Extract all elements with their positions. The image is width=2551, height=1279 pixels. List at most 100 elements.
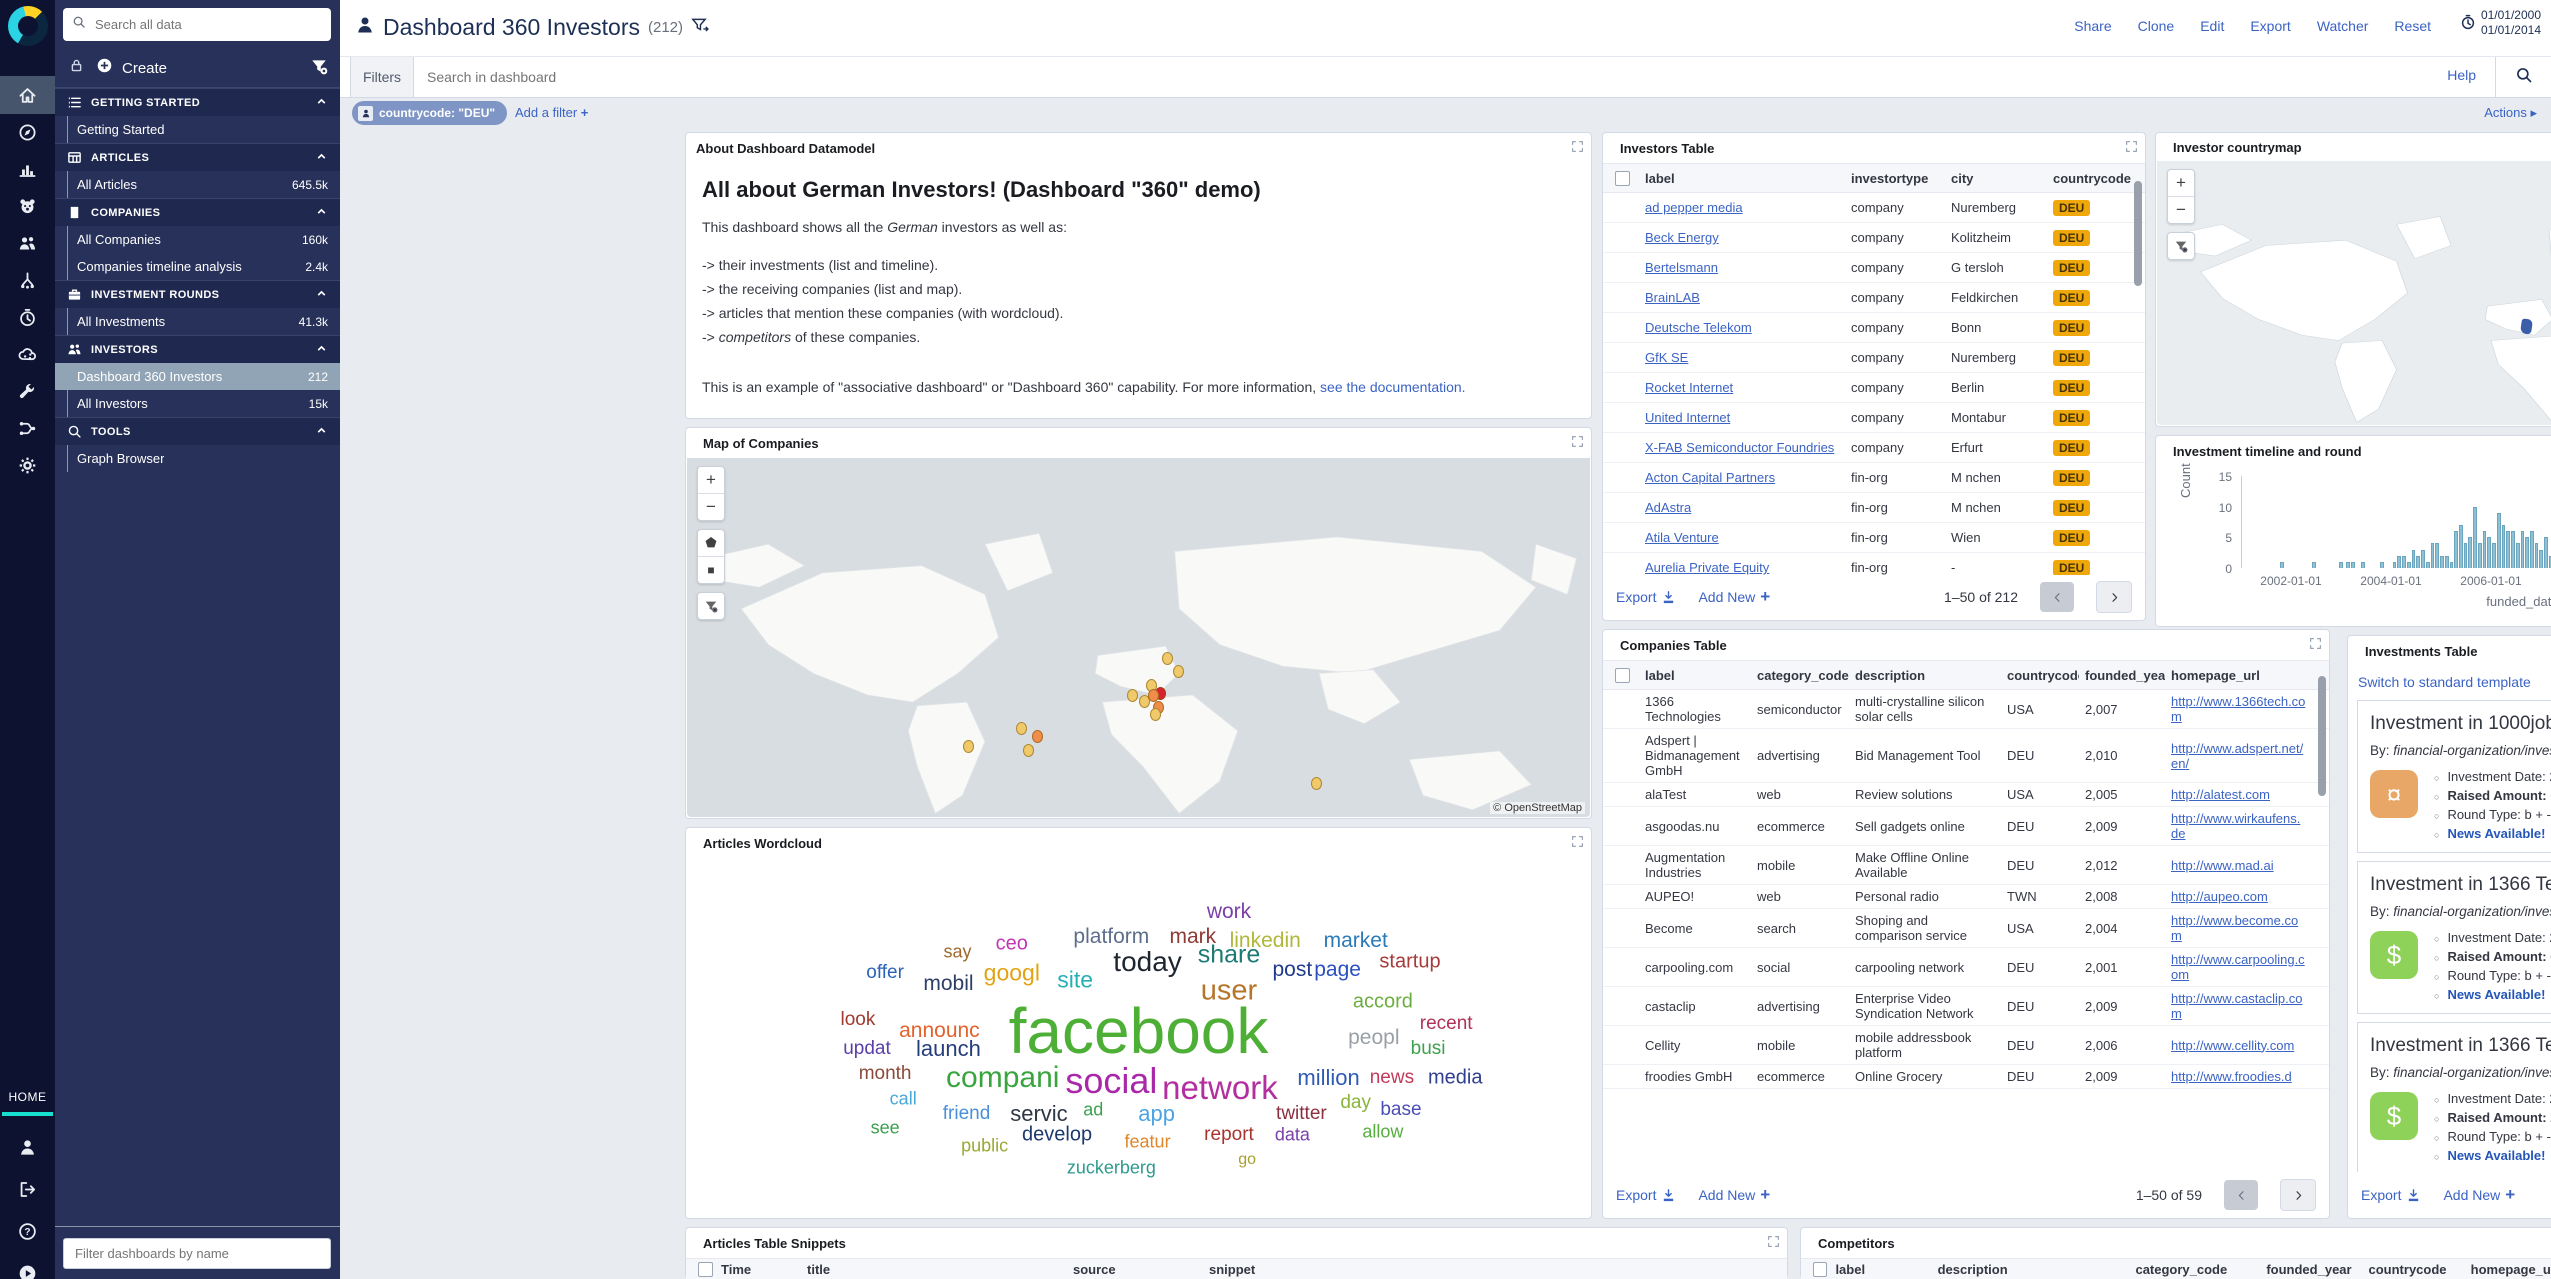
column-header[interactable]: Time [713,1262,799,1277]
rail-settings[interactable] [0,446,55,484]
column-header[interactable]: countrycode [2361,1262,2463,1277]
dashboard-search[interactable] [425,57,2325,97]
column-header[interactable]: source [1065,1262,1201,1277]
wordcloud-word[interactable]: launch [916,1036,981,1062]
investor-link[interactable]: Atila Venture [1639,526,1845,549]
topbar-action-share[interactable]: Share [2074,18,2111,34]
column-header[interactable]: label [1639,664,1751,687]
topbar-action-edit[interactable]: Edit [2200,18,2224,34]
column-header[interactable]: founded_year [2079,664,2165,687]
timeline-bar[interactable] [2450,562,2454,568]
timeline-bar[interactable] [2506,531,2510,568]
company-location-dot[interactable] [1311,777,1322,790]
export-button[interactable]: Export [1616,1187,1676,1203]
column-header[interactable]: label [1639,167,1845,190]
homepage-link[interactable]: http://www.wirkaufens.de [2165,807,2313,845]
date-range[interactable]: 01/01/2000 01/01/2014 [2460,8,2541,38]
dashboard-filter-field[interactable] [63,1238,331,1269]
wordcloud-word[interactable]: data [1275,1125,1310,1146]
timeline-bar[interactable] [2416,556,2420,568]
investor-link[interactable]: X-FAB Semiconductor Foundries [1639,436,1845,459]
sidebar-item-all-articles[interactable]: All Articles645.5k [55,171,340,198]
wordcloud-word[interactable]: ad [1083,1100,1103,1121]
zoom-out-button[interactable]: − [698,494,724,520]
news-available-link[interactable]: News Available! [2447,826,2545,841]
column-header[interactable]: category_code [1751,664,1849,687]
timeline-bar[interactable] [2464,543,2468,568]
timeline-bar[interactable] [2339,562,2343,568]
company-location-dot[interactable] [1173,665,1184,678]
rail-relations[interactable] [0,261,55,299]
rail-question[interactable]: ? [0,1212,55,1250]
wordcloud-word[interactable]: googl [984,960,1040,987]
homepage-link[interactable]: http://aupeo.com [2165,885,2313,908]
wordcloud-word[interactable]: base [1380,1099,1421,1121]
timeline-bar[interactable] [2402,556,2406,568]
wordcloud-word[interactable]: today [1113,946,1182,978]
wordcloud-word[interactable]: work [1207,900,1251,924]
timeline-bar[interactable] [2346,562,2350,568]
column-header[interactable]: homepage_url [2165,664,2313,687]
timeline-bar[interactable] [2492,543,2496,568]
wordcloud-word[interactable]: site [1057,967,1093,994]
homepage-link[interactable]: http://alatest.com [2165,783,2313,806]
timeline-bar[interactable] [2312,562,2316,568]
column-header[interactable]: snippet [1201,1262,1517,1277]
wordcloud-word[interactable]: allow [1362,1121,1403,1142]
homepage-link[interactable]: http://www.castaclip.com [2165,987,2313,1025]
timeline-bar[interactable] [2407,562,2411,568]
draw-rectangle-button[interactable]: ■ [698,557,724,583]
rail-watcher[interactable] [0,298,55,336]
wordcloud-word[interactable]: call [890,1089,917,1110]
search-button[interactable] [2495,57,2551,97]
create-button[interactable]: Create [122,60,167,77]
wordcloud-word[interactable]: market [1324,929,1388,953]
filter-pill-countrycode[interactable]: countrycode: "DEU" [352,101,507,125]
dashboard-filter-input[interactable] [73,1245,321,1262]
investor-link[interactable]: Beck Energy [1639,226,1845,249]
wordcloud-word[interactable]: day [1340,1092,1371,1114]
add-new-button[interactable]: Add New+ [1698,1185,1770,1205]
add-new-button[interactable]: Add New+ [2443,1185,2515,1205]
sidebar-item-getting-started[interactable]: Getting Started [55,116,340,143]
wordcloud-word[interactable]: share [1198,941,1261,970]
wordcloud-word[interactable]: offer [866,962,904,984]
rail-discover[interactable] [0,113,55,151]
sidebar-item-all-companies[interactable]: All Companies160k [55,226,340,253]
wordcloud-word[interactable]: news [1370,1067,1414,1089]
homepage-link[interactable]: http://www.mad.ai [2165,854,2313,877]
add-filter-button[interactable]: Add a filter + [515,105,588,120]
company-location-dot[interactable] [1023,744,1034,757]
actions-link[interactable]: Actions ▸ [2484,105,2537,121]
homepage-link[interactable]: http://www.carpooling.com [2165,948,2313,986]
company-location-dot[interactable] [1016,722,1027,735]
timeline-bar[interactable] [2544,537,2548,568]
rail-graph[interactable] [0,335,55,373]
expand-icon[interactable] [2309,637,2322,655]
investor-link[interactable]: Acton Capital Partners [1639,466,1845,489]
timeline-bar[interactable] [2421,550,2425,568]
wordcloud-word[interactable]: facebook [1009,994,1269,1068]
export-button[interactable]: Export [2361,1187,2421,1203]
sidebar-item-all-investors[interactable]: All Investors15k [55,390,340,417]
rail-users[interactable] [0,224,55,262]
export-button[interactable]: Export [1616,589,1676,605]
investor-link[interactable]: BrainLAB [1639,286,1845,309]
investor-link[interactable]: United Internet [1639,406,1845,429]
scrollbar[interactable] [2134,181,2142,286]
sidebar-section-getting-started[interactable]: GETTING STARTED [55,88,340,116]
next-page-button[interactable] [2096,581,2132,613]
topbar-action-export[interactable]: Export [2250,18,2290,34]
wordcloud-word[interactable]: go [1238,1151,1256,1169]
timeline-bar[interactable] [2380,562,2384,568]
rail-monitor[interactable] [0,187,55,225]
prev-page-button[interactable] [2040,582,2074,612]
wordcloud-word[interactable]: network [1162,1069,1278,1107]
wordcloud-word[interactable]: media [1428,1066,1482,1089]
wordcloud-word[interactable]: say [943,941,971,962]
homepage-link[interactable]: http://www.1366tech.com [2165,690,2313,728]
timeline-bar[interactable] [2426,562,2430,568]
sidebar-section-articles[interactable]: ARTICLES [55,143,340,171]
column-header[interactable]: city [1945,167,2047,190]
topbar-action-clone[interactable]: Clone [2138,18,2175,34]
